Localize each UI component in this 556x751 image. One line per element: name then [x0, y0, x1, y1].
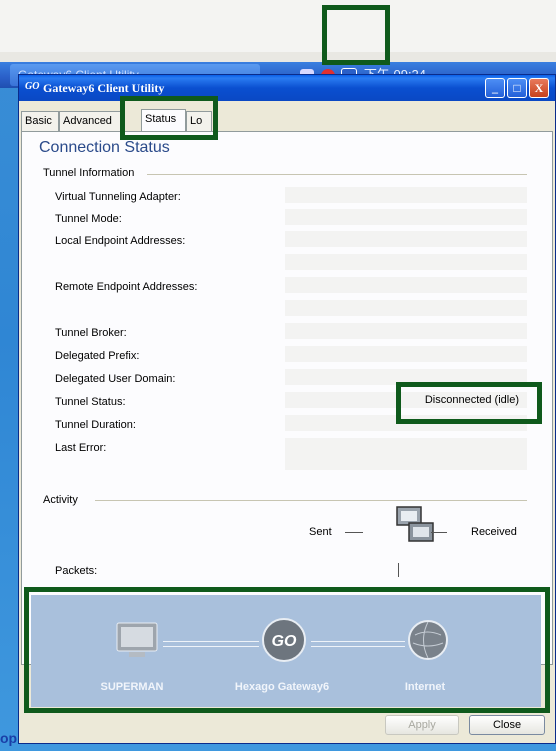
tunnel-group-line	[147, 174, 527, 175]
highlight-network-banner	[24, 587, 550, 713]
value-remote-endpoints-2	[285, 300, 527, 316]
value-delegated-prefix	[285, 346, 527, 362]
value-tunnel-broker	[285, 323, 527, 339]
label-virtual-adapter: Virtual Tunneling Adapter:	[55, 191, 181, 203]
label-delegated-domain: Delegated User Domain:	[55, 373, 176, 385]
value-virtual-adapter	[285, 187, 527, 203]
received-connector	[431, 532, 447, 533]
network-activity-icon	[396, 506, 434, 542]
page-title: Connection Status	[39, 139, 170, 156]
minimize-button[interactable]: _	[485, 78, 505, 98]
highlight-tunnel-status	[396, 382, 542, 424]
activity-group-line	[95, 500, 527, 501]
sent-label: Sent	[309, 526, 332, 538]
tab-advanced[interactable]: Advanced	[59, 111, 121, 131]
apply-button[interactable]: Apply	[385, 715, 459, 735]
background-page	[0, 0, 556, 52]
window-title: Gateway6 Client Utility	[43, 81, 165, 95]
value-local-endpoints	[285, 231, 527, 247]
packets-label: Packets:	[55, 565, 98, 577]
highlight-tray	[322, 5, 390, 65]
packets-divider	[398, 563, 399, 577]
label-tunnel-broker: Tunnel Broker:	[55, 327, 127, 339]
close-window-button[interactable]: X	[529, 78, 549, 98]
label-last-error: Last Error:	[55, 442, 107, 454]
value-tunnel-mode	[285, 209, 527, 225]
maximize-button[interactable]: □	[507, 78, 527, 98]
tunnel-group-label: Tunnel Information	[43, 167, 135, 179]
sent-connector	[345, 532, 363, 533]
background-link-text[interactable]: op	[0, 730, 17, 746]
received-label: Received	[471, 526, 517, 538]
highlight-status-tab	[120, 96, 218, 140]
label-tunnel-duration: Tunnel Duration:	[55, 419, 136, 431]
background-strip	[0, 52, 556, 62]
close-button[interactable]: Close	[469, 715, 545, 735]
tab-basic[interactable]: Basic	[21, 111, 59, 131]
label-remote-endpoints: Remote Endpoint Addresses:	[55, 281, 198, 293]
app-logo-icon: GO	[25, 81, 40, 92]
label-tunnel-status: Tunnel Status:	[55, 396, 126, 408]
label-local-endpoints: Local Endpoint Addresses:	[55, 235, 186, 247]
activity-group-label: Activity	[43, 494, 78, 506]
value-local-endpoints-2	[285, 254, 527, 270]
value-remote-endpoints	[285, 277, 527, 293]
value-last-error	[285, 438, 527, 470]
title-bar[interactable]: GO Gateway6 Client Utility _ □ X	[19, 75, 555, 101]
label-delegated-prefix: Delegated Prefix:	[55, 350, 140, 362]
label-tunnel-mode: Tunnel Mode:	[55, 213, 122, 225]
